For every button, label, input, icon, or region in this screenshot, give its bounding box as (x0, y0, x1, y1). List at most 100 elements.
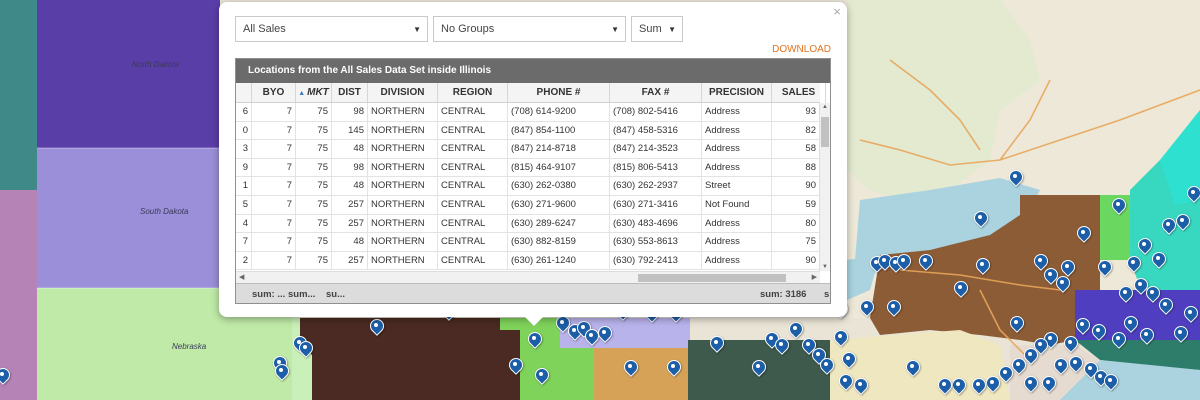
map-marker-icon[interactable] (1092, 324, 1104, 340)
map-marker-icon[interactable] (1064, 336, 1076, 352)
table-row[interactable]: 4 7 75 257 NORTHERN CENTRAL (630) 289-6247 (630… (236, 214, 820, 234)
table-row[interactable]: 3 7 75 48 NORTHERN CENTRAL (847) 214-8718 (847)… (236, 140, 820, 159)
map-marker-icon[interactable] (1044, 268, 1056, 284)
map-marker-icon[interactable] (972, 378, 984, 394)
map-marker-icon[interactable] (370, 319, 382, 335)
map-marker-icon[interactable] (854, 378, 866, 394)
map-marker-icon[interactable] (1187, 186, 1199, 202)
map-marker-icon[interactable] (1152, 252, 1164, 268)
map-marker-icon[interactable] (974, 211, 986, 227)
header-sales[interactable]: SALES (772, 83, 826, 103)
map-marker-icon[interactable] (710, 336, 722, 352)
map-marker-icon[interactable] (789, 322, 801, 338)
header-dist[interactable]: DIST (332, 83, 368, 103)
map-marker-icon[interactable] (275, 364, 287, 380)
map-marker-icon[interactable] (976, 258, 988, 274)
map-marker-icon[interactable] (1076, 318, 1088, 334)
map-marker-icon[interactable] (860, 300, 872, 316)
map-marker-icon[interactable] (775, 338, 787, 354)
map-marker-icon[interactable] (1162, 218, 1174, 234)
map-marker-icon[interactable] (1174, 326, 1186, 342)
map-marker-icon[interactable] (1069, 356, 1081, 372)
cell-fax: (815) 806-5413 (610, 158, 702, 177)
close-icon[interactable]: × (833, 4, 841, 19)
map-marker-icon[interactable] (667, 360, 679, 376)
map-marker-icon[interactable] (999, 366, 1011, 382)
map-marker-icon[interactable] (598, 326, 610, 342)
map-marker-icon[interactable] (1010, 316, 1022, 332)
scroll-up-icon[interactable]: ▲ (822, 104, 828, 110)
map-marker-icon[interactable] (1112, 332, 1124, 348)
map-marker-icon[interactable] (887, 300, 899, 316)
map-marker-icon[interactable] (1127, 256, 1139, 272)
map-marker-icon[interactable] (1146, 286, 1158, 302)
map-marker-icon[interactable] (1054, 358, 1066, 374)
header-division[interactable]: DIVISION (368, 83, 438, 103)
groups-select[interactable]: No Groups ▼ (433, 16, 626, 42)
map-marker-icon[interactable] (1009, 170, 1021, 186)
map-marker-icon[interactable] (839, 374, 851, 390)
map-marker-icon[interactable] (585, 329, 597, 345)
map-marker-icon[interactable] (535, 368, 547, 384)
map-marker-icon[interactable] (1134, 278, 1146, 294)
table-row[interactable]: 0 7 75 145 NORTHERN CENTRAL (847) 854-1100 (847… (236, 121, 820, 141)
table-row[interactable]: 1 7 75 48 NORTHERN CENTRAL (630) 262-0380 (630)… (236, 177, 820, 196)
map-marker-icon[interactable] (1077, 226, 1089, 242)
map-marker-icon[interactable] (1119, 286, 1131, 302)
aggregate-select[interactable]: Sum ▼ (631, 16, 683, 42)
map-marker-icon[interactable] (1112, 198, 1124, 214)
scroll-down-icon[interactable]: ▼ (822, 264, 828, 270)
map-marker-icon[interactable] (906, 360, 918, 376)
table-row[interactable]: 5 7 75 257 NORTHERN CENTRAL (630) 271-9600 (630… (236, 196, 820, 215)
map-marker-icon[interactable] (0, 368, 8, 384)
map-marker-icon[interactable] (1104, 374, 1116, 390)
map-marker-icon[interactable] (1061, 260, 1073, 276)
header-mkt[interactable]: ▲ MKT (296, 83, 332, 103)
map-marker-icon[interactable] (842, 352, 854, 368)
map-marker-icon[interactable] (624, 360, 636, 376)
map-marker-icon[interactable] (1138, 238, 1150, 254)
vertical-scroll-thumb[interactable] (821, 117, 829, 147)
map-marker-icon[interactable] (1140, 328, 1152, 344)
map-marker-icon[interactable] (952, 378, 964, 394)
cell-fax: (847) 214-3523 (610, 140, 702, 159)
map-marker-icon[interactable] (1184, 306, 1196, 322)
map-marker-icon[interactable] (986, 376, 998, 392)
map-marker-icon[interactable] (556, 316, 568, 332)
header-phone[interactable]: PHONE # (508, 83, 610, 103)
table-row[interactable]: 7 7 75 48 NORTHERN CENTRAL (630) 882-8159 (630)… (236, 233, 820, 252)
dataset-select[interactable]: All Sales ▼ (235, 16, 428, 42)
cell-lead: 0 (236, 121, 252, 140)
scroll-right-icon[interactable]: ▶ (812, 273, 817, 281)
map-marker-icon[interactable] (1176, 214, 1188, 230)
map-marker-icon[interactable] (752, 360, 764, 376)
download-link[interactable]: DOWNLOAD (772, 44, 831, 55)
map-marker-icon[interactable] (938, 378, 950, 394)
map-marker-icon[interactable] (528, 332, 540, 348)
header-precision[interactable]: PRECISION (702, 83, 772, 103)
map-marker-icon[interactable] (1056, 276, 1068, 292)
map-marker-icon[interactable] (1098, 260, 1110, 276)
map-marker-icon[interactable] (1159, 298, 1171, 314)
map-marker-icon[interactable] (509, 358, 521, 374)
table-row[interactable]: 6 7 75 98 NORTHERN CENTRAL (708) 614-9200 (708)… (236, 103, 820, 122)
scroll-left-icon[interactable]: ◀ (239, 273, 244, 281)
map-marker-icon[interactable] (1024, 376, 1036, 392)
table-row[interactable]: 2 7 75 257 NORTHERN CENTRAL (630) 261-1240 (630… (236, 251, 820, 271)
vertical-scrollbar[interactable]: ▲ ▼ (819, 103, 830, 271)
header-region[interactable]: REGION (438, 83, 508, 103)
horizontal-scrollbar[interactable]: ◀ ▶ (236, 271, 820, 283)
map-marker-icon[interactable] (820, 358, 832, 374)
header-fax[interactable]: FAX # (610, 83, 702, 103)
map-marker-icon[interactable] (1124, 316, 1136, 332)
map-marker-icon[interactable] (834, 330, 846, 346)
map-marker-icon[interactable] (897, 254, 909, 270)
map-marker-icon[interactable] (299, 341, 311, 357)
table-row[interactable]: 9 7 75 98 NORTHERN CENTRAL (815) 464-9107 (815)… (236, 158, 820, 178)
header-byo[interactable]: BYO (252, 83, 296, 103)
map-marker-icon[interactable] (1012, 358, 1024, 374)
horizontal-scroll-thumb[interactable] (638, 274, 786, 282)
map-marker-icon[interactable] (1042, 376, 1054, 392)
map-marker-icon[interactable] (919, 254, 931, 270)
map-marker-icon[interactable] (954, 281, 966, 297)
